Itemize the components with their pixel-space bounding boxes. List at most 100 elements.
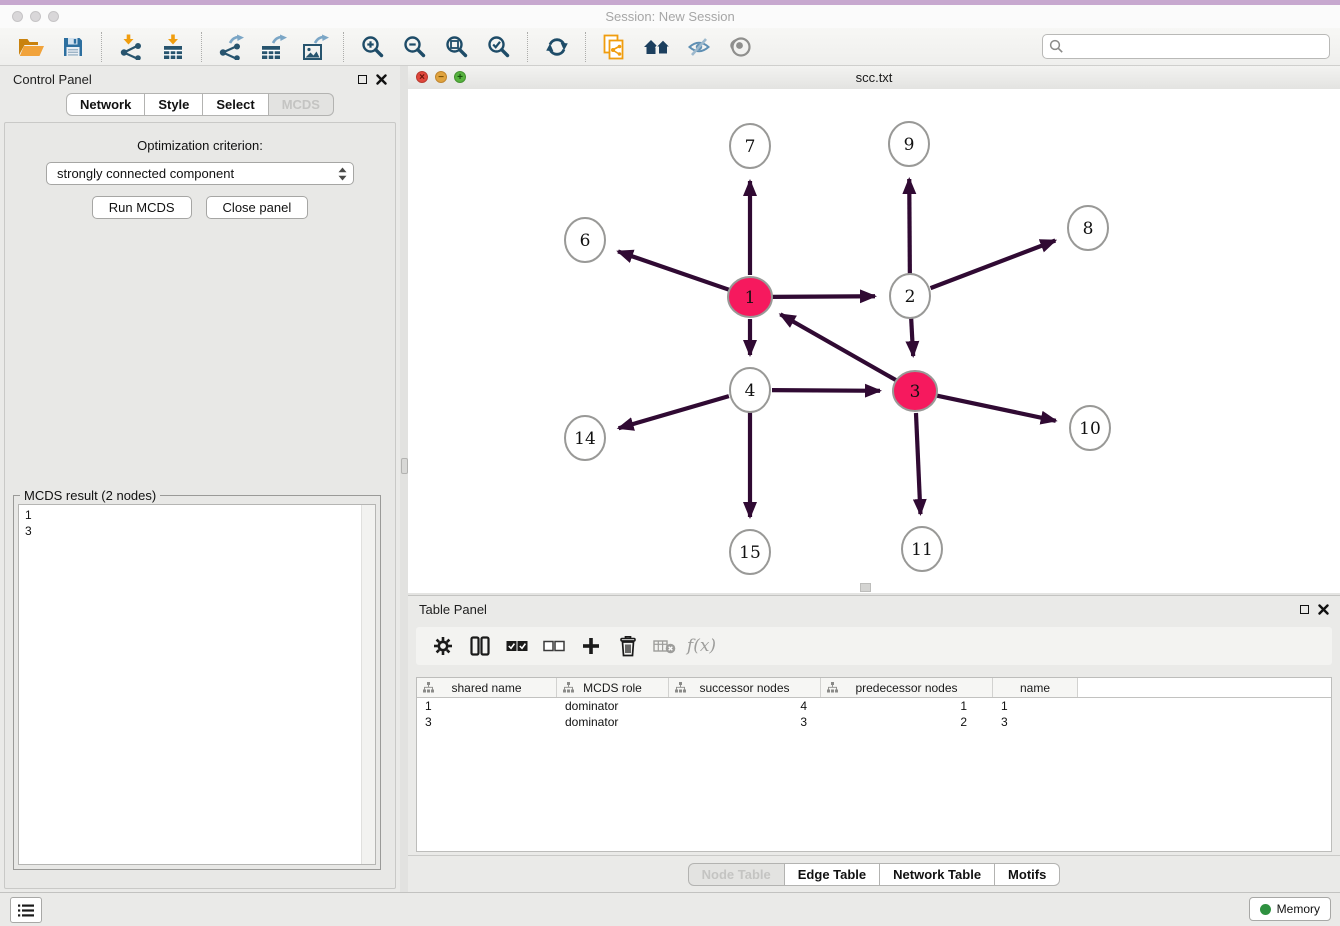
task-history-button[interactable]: [10, 897, 42, 923]
float-table-panel-icon[interactable]: [1300, 605, 1309, 614]
graph-edge-2-3[interactable]: [911, 318, 913, 356]
tab-motifs[interactable]: Motifs: [995, 863, 1060, 886]
function-builder-button[interactable]: f(x): [683, 631, 720, 661]
table-type-tabs: Node Table Edge Table Network Table Moti…: [408, 855, 1340, 893]
column-label: shared name: [451, 681, 521, 695]
zoom-selected-button[interactable]: [478, 30, 520, 64]
run-mcds-button[interactable]: Run MCDS: [92, 196, 192, 219]
maximize-window-button[interactable]: [48, 11, 59, 22]
graph-edge-2-9[interactable]: [909, 179, 910, 274]
canvas-scroll-thumb[interactable]: [860, 583, 871, 592]
hide-selected-button[interactable]: [678, 30, 720, 64]
result-scrollbar[interactable]: [361, 505, 375, 864]
cell-shared-name[interactable]: 3: [417, 715, 557, 729]
close-panel-button[interactable]: Close panel: [206, 196, 309, 219]
delete-column-button[interactable]: [646, 631, 683, 661]
column-header-mcds-role[interactable]: MCDS role: [557, 678, 669, 697]
cell-mcds-role[interactable]: dominator: [557, 699, 669, 713]
create-column-button[interactable]: [572, 631, 609, 661]
criterion-select[interactable]: strongly connected component: [46, 162, 354, 185]
application-window: Session: New Session: [0, 0, 1340, 926]
column-header-predecessor-nodes[interactable]: predecessor nodes: [821, 678, 993, 697]
import-table-button[interactable]: [152, 30, 194, 64]
tab-network[interactable]: Network: [66, 93, 145, 116]
import-network-button[interactable]: [110, 30, 152, 64]
toolbar-separator: [343, 32, 345, 62]
show-columns-button[interactable]: [461, 631, 498, 661]
network-window-title: scc.txt: [856, 70, 893, 85]
mcds-result-legend: MCDS result (2 nodes): [20, 488, 160, 503]
column-header-name[interactable]: name: [993, 678, 1078, 697]
export-image-icon: [301, 34, 329, 60]
graph-edge-4-3[interactable]: [772, 390, 880, 391]
graph-edge-1-6[interactable]: [618, 251, 729, 289]
tab-select[interactable]: Select: [203, 93, 268, 116]
graph-node-label: 15: [739, 543, 761, 563]
hide-eye-icon: [687, 35, 711, 59]
open-session-button[interactable]: [10, 30, 52, 64]
graph-node-label: 9: [904, 135, 915, 155]
close-table-panel-icon[interactable]: [1318, 604, 1329, 615]
hierarchy-icon: [675, 682, 686, 693]
table-row[interactable]: 1 dominator 4 1 1: [417, 698, 1331, 714]
export-table-icon: [259, 34, 287, 60]
unchecked-boxes-icon: [543, 639, 565, 653]
zoom-out-button[interactable]: [394, 30, 436, 64]
cell-shared-name[interactable]: 1: [417, 699, 557, 713]
cell-successor-nodes[interactable]: 4: [669, 699, 821, 713]
plus-icon: [582, 637, 600, 655]
cell-predecessor-nodes[interactable]: 1: [821, 699, 993, 713]
tab-edge-table[interactable]: Edge Table: [785, 863, 880, 886]
cell-successor-nodes[interactable]: 3: [669, 715, 821, 729]
tab-network-table[interactable]: Network Table: [880, 863, 995, 886]
table-settings-button[interactable]: [424, 631, 461, 661]
export-image-button[interactable]: [294, 30, 336, 64]
cell-name[interactable]: 1: [993, 699, 1078, 713]
zoom-fit-button[interactable]: [436, 30, 478, 64]
panel-splitter[interactable]: [400, 66, 408, 893]
export-network-button[interactable]: [210, 30, 252, 64]
tab-style[interactable]: Style: [145, 93, 203, 116]
network-canvas[interactable]: 7968124314101511: [408, 89, 1340, 593]
graph-edge-3-11[interactable]: [916, 413, 920, 514]
export-table-button[interactable]: [252, 30, 294, 64]
node-table: shared name MCDS role successor nodes pr…: [416, 677, 1332, 852]
maximize-network-button[interactable]: +: [454, 71, 466, 83]
column-header-shared-name[interactable]: shared name: [417, 678, 557, 697]
graph-edge-3-10[interactable]: [937, 396, 1056, 421]
graph-edge-4-14[interactable]: [619, 396, 729, 428]
graph-edge-3-1[interactable]: [780, 314, 895, 380]
table-row[interactable]: 3 dominator 3 2 3: [417, 714, 1331, 730]
delete-row-button[interactable]: [609, 631, 646, 661]
graph-node-label: 1: [745, 288, 756, 308]
memory-button[interactable]: Memory: [1249, 897, 1331, 921]
hierarchy-icon: [423, 682, 434, 693]
tab-node-table[interactable]: Node Table: [688, 863, 785, 886]
first-neighbors-button[interactable]: [636, 30, 678, 64]
show-all-button[interactable]: [720, 30, 762, 64]
mcds-result-textarea[interactable]: 1 3: [18, 504, 376, 865]
close-window-button[interactable]: [12, 11, 23, 22]
new-network-from-selection-button[interactable]: [594, 30, 636, 64]
save-session-button[interactable]: [52, 30, 94, 64]
minimize-network-button[interactable]: −: [435, 71, 447, 83]
graph-edge-2-8[interactable]: [931, 240, 1056, 288]
deselect-all-columns-button[interactable]: [535, 631, 572, 661]
cell-name[interactable]: 3: [993, 715, 1078, 729]
cell-mcds-role[interactable]: dominator: [557, 715, 669, 729]
mcds-panel-body: Optimization criterion: strongly connect…: [4, 122, 396, 889]
minimize-window-button[interactable]: [30, 11, 41, 22]
graph-edge-1-2[interactable]: [772, 296, 875, 297]
cell-predecessor-nodes[interactable]: 2: [821, 715, 993, 729]
close-network-button[interactable]: ×: [416, 71, 428, 83]
column-header-successor-nodes[interactable]: successor nodes: [669, 678, 821, 697]
select-all-columns-button[interactable]: [498, 631, 535, 661]
zoom-in-button[interactable]: [352, 30, 394, 64]
export-network-icon: [217, 34, 245, 60]
close-panel-icon[interactable]: [376, 74, 387, 85]
select-stepper-icon: [338, 167, 347, 181]
float-panel-icon[interactable]: [358, 75, 367, 84]
tab-mcds[interactable]: MCDS: [269, 93, 334, 116]
search-input[interactable]: [1042, 34, 1330, 59]
apply-layout-button[interactable]: [536, 30, 578, 64]
